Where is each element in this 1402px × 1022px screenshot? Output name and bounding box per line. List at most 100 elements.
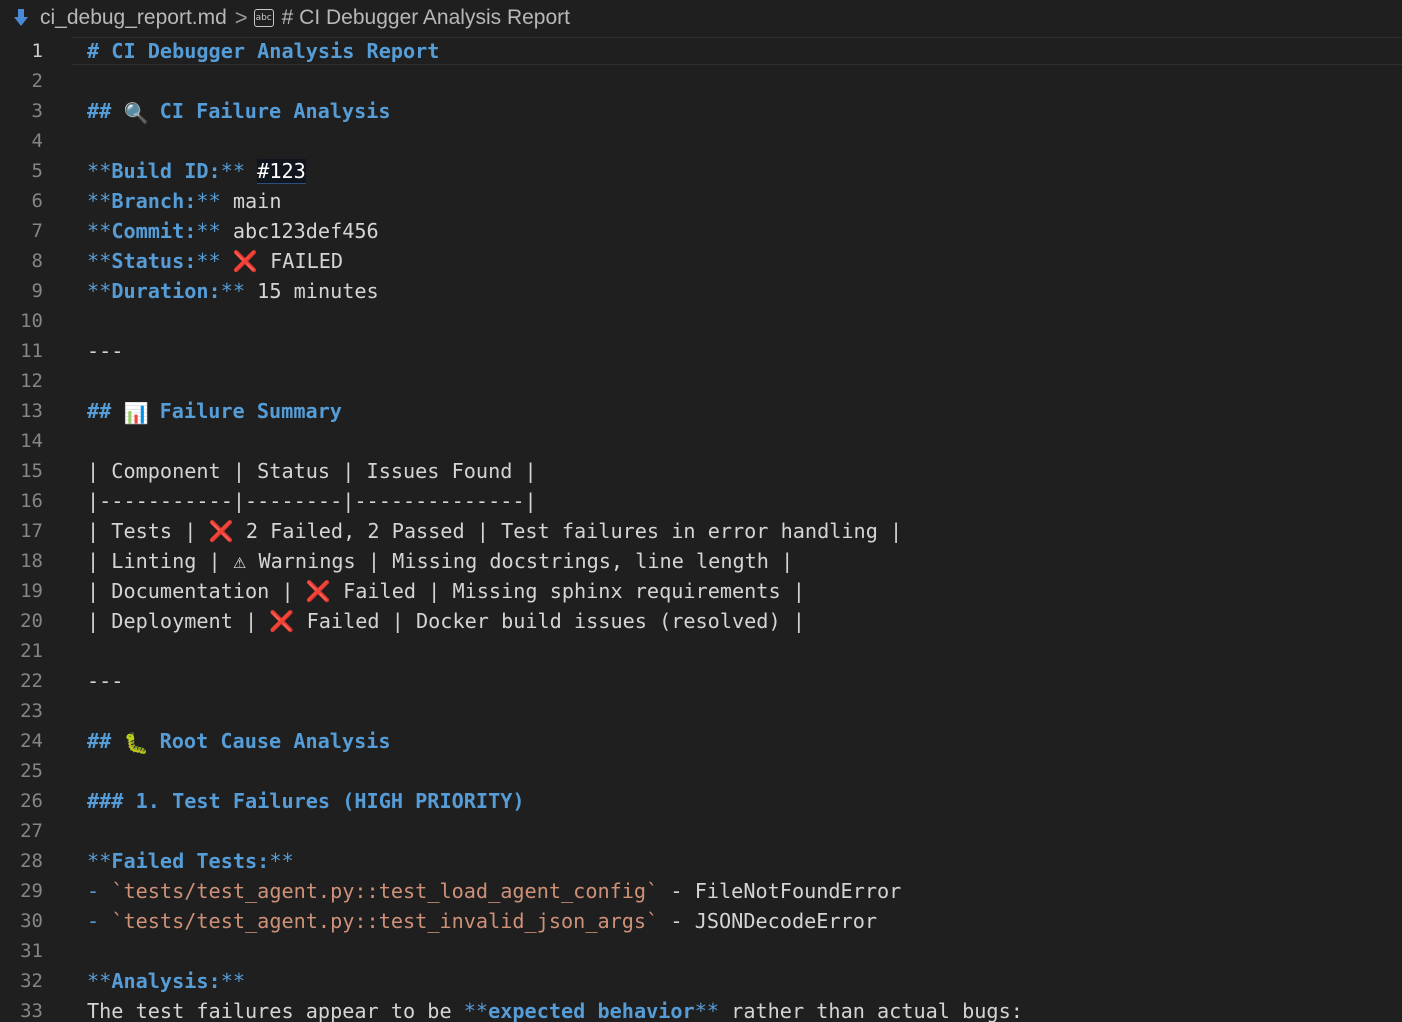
text-segment: Warnings | Missing docstrings, line leng… bbox=[246, 549, 794, 573]
markdown-marker: - bbox=[87, 909, 112, 933]
bold-text: Failed Tests: bbox=[111, 849, 270, 873]
line-number: 33 bbox=[20, 1000, 43, 1022]
heading-text: ## bbox=[87, 729, 124, 753]
text-segment: 2 Failed, 2 Passed | Test failures in er… bbox=[233, 519, 903, 543]
line-content[interactable]: **Build ID:** #123 bbox=[87, 156, 306, 186]
inline-code: `tests/test_agent.py::test_load_agent_co… bbox=[111, 879, 659, 903]
line-content[interactable]: | Tests | ❌ 2 Failed, 2 Passed | Test fa… bbox=[87, 516, 902, 546]
line-number: 17 bbox=[20, 520, 43, 542]
line-content[interactable]: # CI Debugger Analysis Report bbox=[87, 36, 439, 66]
line-number: 20 bbox=[20, 610, 43, 632]
markdown-marker: ** bbox=[87, 159, 112, 183]
markdown-marker: ** bbox=[269, 849, 294, 873]
line-number: 4 bbox=[31, 130, 43, 152]
line-number: 1 bbox=[31, 40, 43, 62]
line-number: 3 bbox=[31, 100, 43, 122]
line-number: 32 bbox=[20, 970, 43, 992]
text-segment: rather than actual bugs: bbox=[719, 999, 1023, 1022]
magnifier-icon: 🔍 bbox=[123, 100, 149, 125]
line-content[interactable]: |-----------|--------|--------------| bbox=[87, 486, 537, 516]
heading-text: ## bbox=[87, 399, 124, 423]
line-number: 7 bbox=[31, 220, 43, 242]
line-content[interactable]: ### 1. Test Failures (HIGH PRIORITY) bbox=[87, 786, 525, 816]
line-content[interactable]: **Failed Tests:** bbox=[87, 846, 294, 876]
cross-mark-icon: ❌ bbox=[232, 249, 258, 273]
line-content[interactable]: ## 🐛 Root Cause Analysis bbox=[87, 726, 391, 758]
line-number: 25 bbox=[20, 760, 43, 782]
line-content[interactable]: | Component | Status | Issues Found | bbox=[87, 456, 537, 486]
line-number: 23 bbox=[20, 700, 43, 722]
line-number: 18 bbox=[20, 550, 43, 572]
markdown-marker: ** bbox=[87, 189, 112, 213]
line-number: 15 bbox=[20, 460, 43, 482]
bold-text: Build ID: bbox=[111, 159, 221, 183]
line-content[interactable]: **Status:** ❌ FAILED bbox=[87, 246, 343, 276]
line-number: 22 bbox=[20, 670, 43, 692]
line-content[interactable]: | Linting | ⚠ Warnings | Missing docstri… bbox=[87, 546, 793, 578]
line-content[interactable]: ## 📊 Failure Summary bbox=[87, 396, 342, 428]
line-number: 6 bbox=[31, 190, 43, 212]
line-number: 21 bbox=[20, 640, 43, 662]
markdown-marker: ** bbox=[196, 249, 221, 273]
breadcrumb-separator: > bbox=[234, 5, 248, 30]
line-content[interactable]: | Documentation | ❌ Failed | Missing sph… bbox=[87, 576, 805, 606]
heading-text: CI Failure Analysis bbox=[147, 99, 391, 123]
text-segment: --- bbox=[87, 669, 124, 693]
text-segment: | Deployment | bbox=[87, 609, 270, 633]
line-content[interactable]: ## 🔍 CI Failure Analysis bbox=[87, 96, 391, 128]
cross-mark-icon: ❌ bbox=[305, 579, 331, 603]
bold-text: expected behavior bbox=[488, 999, 695, 1022]
line-content[interactable]: **Commit:** abc123def456 bbox=[87, 216, 379, 246]
markdown-marker: ** bbox=[87, 249, 112, 273]
text-segment: |-----------|--------|--------------| bbox=[87, 489, 537, 513]
line-number: 14 bbox=[20, 430, 43, 452]
line-content[interactable]: The test failures appear to be **expecte… bbox=[87, 996, 1023, 1022]
markdown-marker: ** bbox=[694, 999, 720, 1022]
heading-text: Failure Summary bbox=[147, 399, 342, 423]
text-segment: | Component | Status | Issues Found | bbox=[87, 459, 537, 483]
text-segment: The test failures appear to be bbox=[87, 999, 464, 1022]
line-number: 28 bbox=[20, 850, 43, 872]
heading-text: # CI Debugger Analysis Report bbox=[87, 39, 440, 63]
markdown-marker: ** bbox=[196, 219, 221, 243]
line-number: 24 bbox=[20, 730, 43, 752]
text-segment: | Tests | bbox=[87, 519, 209, 543]
text-segment: main bbox=[220, 189, 282, 213]
editor[interactable]: 1 # CI Debugger Analysis Report 2 3 ## 🔍 CI … bbox=[0, 37, 1402, 1022]
markdown-marker: - bbox=[87, 879, 112, 903]
line-number: 5 bbox=[31, 160, 43, 182]
text-segment: 15 minutes bbox=[245, 279, 379, 303]
heading-text: ### 1. Test Failures (HIGH PRIORITY) bbox=[87, 789, 525, 813]
line-number: 26 bbox=[20, 790, 43, 812]
line-content[interactable]: **Analysis:** bbox=[87, 966, 245, 996]
line-content[interactable]: | Deployment | ❌ Failed | Docker build i… bbox=[87, 606, 805, 636]
text-segment bbox=[221, 249, 233, 273]
breadcrumb-symbol[interactable]: # CI Debugger Analysis Report bbox=[282, 6, 570, 30]
markdown-marker: ** bbox=[220, 279, 246, 303]
markdown-marker: ** bbox=[220, 159, 246, 183]
line-number: 13 bbox=[20, 400, 43, 422]
text-segment: | Linting | bbox=[87, 549, 233, 573]
line-content[interactable]: --- bbox=[87, 666, 123, 696]
line-number: 12 bbox=[20, 370, 43, 392]
bug-icon: 🐛 bbox=[123, 730, 149, 755]
line-content[interactable]: - `tests/test_agent.py::test_load_agent_… bbox=[87, 876, 901, 906]
markdown-marker: ** bbox=[463, 999, 489, 1022]
line-number: 9 bbox=[31, 280, 43, 302]
warning-icon: ⚠ bbox=[232, 554, 247, 572]
line-content[interactable]: **Duration:** 15 minutes bbox=[87, 276, 379, 306]
text-segment: abc123def456 bbox=[220, 219, 379, 243]
line-content[interactable]: --- bbox=[87, 336, 123, 366]
markdown-marker: ** bbox=[220, 969, 246, 993]
bold-text: Commit: bbox=[111, 219, 197, 243]
breadcrumb-file[interactable]: ci_debug_report.md bbox=[40, 6, 227, 30]
text-segment: - JSONDecodeError bbox=[658, 909, 878, 933]
line-content[interactable]: **Branch:** main bbox=[87, 186, 281, 216]
text-segment: Failed | Missing sphinx requirements | bbox=[330, 579, 805, 603]
bold-text: Analysis: bbox=[111, 969, 221, 993]
heading-text: ## bbox=[87, 99, 124, 123]
inline-code: `tests/test_agent.py::test_invalid_json_… bbox=[111, 909, 659, 933]
build-id-value: #123 bbox=[257, 159, 306, 184]
line-content[interactable]: - `tests/test_agent.py::test_invalid_jso… bbox=[87, 906, 877, 936]
string-symbol-icon: abc bbox=[253, 9, 274, 27]
